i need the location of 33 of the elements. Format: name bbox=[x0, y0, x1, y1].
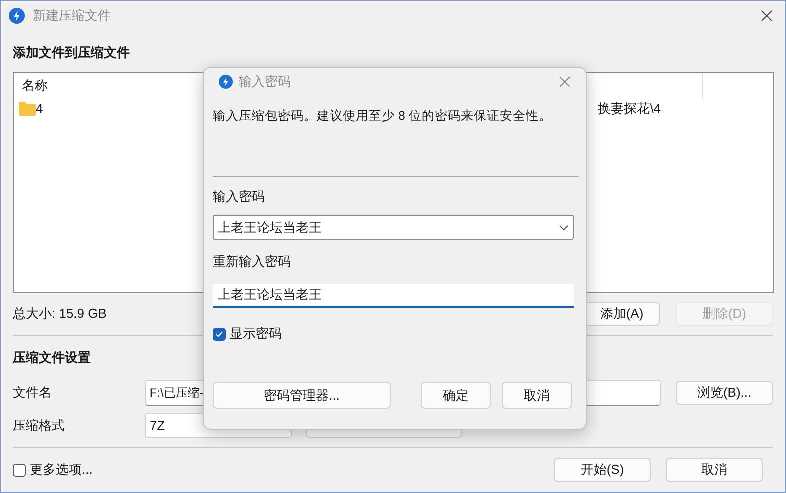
start-button[interactable]: 开始(S) bbox=[554, 458, 651, 482]
password-field[interactable]: 上老王论坛当老王 bbox=[213, 215, 574, 240]
browse-button[interactable]: 浏览(B)... bbox=[676, 381, 773, 405]
app-icon bbox=[9, 8, 25, 24]
table-cell-text: 换妻探花\4 bbox=[598, 100, 662, 118]
window-title: 新建压缩文件 bbox=[33, 7, 111, 26]
dialog-message: 输入压缩包密码。建议使用至少 8 位的密码来保证安全性。 bbox=[213, 108, 553, 125]
file-name[interactable]: 4 bbox=[36, 99, 44, 119]
add-button[interactable]: 添加(A) bbox=[584, 302, 660, 326]
folder-icon bbox=[19, 102, 36, 116]
chevron-down-icon bbox=[559, 224, 569, 230]
field-label: 压缩格式 bbox=[13, 416, 66, 435]
app-icon bbox=[219, 75, 233, 89]
checkbox-box[interactable] bbox=[13, 464, 26, 476]
cancel-button[interactable]: 取消 bbox=[666, 458, 763, 482]
dialog-title: 输入密码 bbox=[239, 73, 291, 92]
total-size-label: 总大小: 15.9 GB bbox=[13, 305, 108, 324]
more-options-checkbox[interactable]: 更多选项... bbox=[13, 460, 554, 480]
close-icon[interactable] bbox=[761, 10, 773, 22]
show-password-checkbox[interactable]: 显示密码 bbox=[213, 324, 577, 344]
password-value: 上老王论坛当老王 bbox=[218, 218, 323, 237]
field-label: 输入密码 bbox=[213, 188, 266, 206]
section-heading: 添加文件到压缩文件 bbox=[13, 44, 131, 62]
checkbox-box[interactable] bbox=[213, 328, 226, 340]
section-heading: 压缩文件设置 bbox=[13, 349, 92, 367]
field-label: 文件名 bbox=[13, 384, 53, 402]
cancel-button[interactable]: 取消 bbox=[502, 382, 572, 409]
close-icon[interactable] bbox=[559, 76, 571, 88]
ok-button[interactable]: 确定 bbox=[421, 382, 491, 409]
confirm-password-field[interactable]: 上老王论坛当老王 bbox=[213, 284, 574, 308]
password-manager-button[interactable]: 密码管理器... bbox=[213, 382, 391, 409]
field-label: 重新输入密码 bbox=[213, 253, 292, 271]
column-header[interactable]: 名称 bbox=[22, 76, 48, 96]
